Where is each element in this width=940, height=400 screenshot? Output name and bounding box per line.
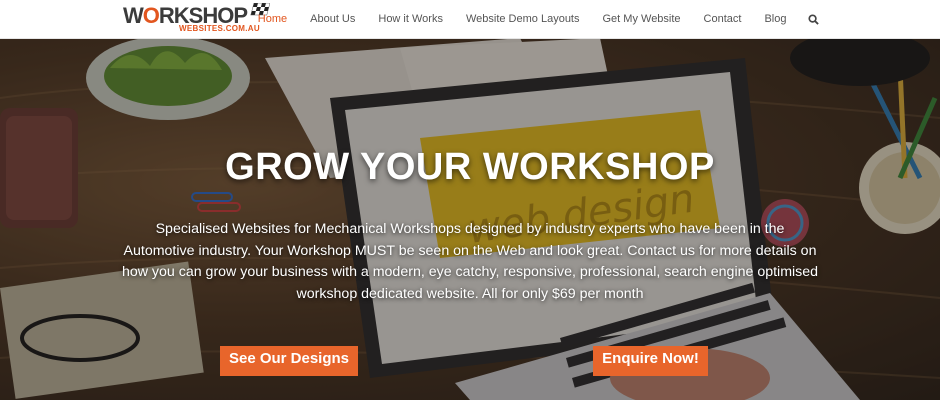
search-icon (807, 13, 819, 25)
search-button[interactable] (798, 0, 828, 38)
nav-item-blog[interactable]: Blog (753, 0, 798, 38)
nav-item-home[interactable]: Home (246, 0, 298, 38)
see-our-designs-button[interactable]: See Our Designs (220, 346, 358, 376)
main-nav: Home About Us How it Works Website Demo … (246, 0, 940, 38)
nav-item-how-it-works[interactable]: How it Works (367, 0, 455, 38)
hero-section: web design GROW YOUR WORKSHOP Specialise… (0, 38, 940, 400)
site-header: WORKSHOP WEBSITES.COM.AU Home About Us H… (0, 0, 940, 39)
enquire-now-button[interactable]: Enquire Now! (593, 346, 708, 376)
nav-item-get-my-website[interactable]: Get My Website (591, 0, 692, 38)
nav-item-about-us[interactable]: About Us (299, 0, 367, 38)
nav-item-contact[interactable]: Contact (692, 0, 753, 38)
hero-title: GROW YOUR WORKSHOP (225, 146, 715, 188)
nav-item-website-demo-layouts[interactable]: Website Demo Layouts (454, 0, 591, 38)
hero-description: Specialised Websites for Mechanical Work… (121, 221, 819, 302)
